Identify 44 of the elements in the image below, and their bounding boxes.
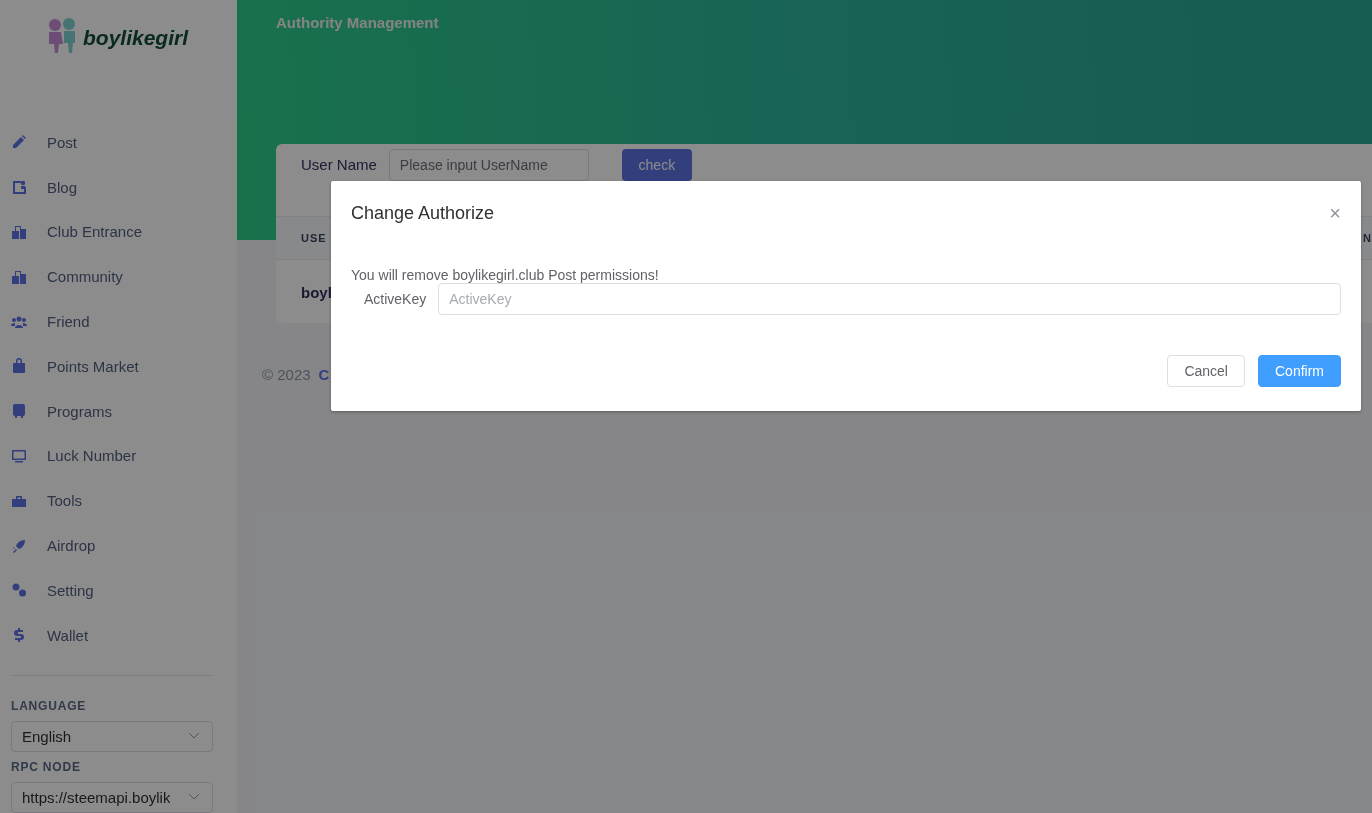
dollar-icon [11, 627, 27, 644]
bus-icon [11, 403, 27, 420]
footer-link[interactable]: C [318, 366, 330, 383]
bag-icon [11, 358, 27, 375]
chevron-down-icon [188, 732, 200, 741]
nav-item[interactable]: Setting [11, 567, 213, 613]
building-icon [11, 268, 27, 285]
language-heading: LANGUAGE [11, 698, 88, 713]
column-header: USE [301, 232, 327, 244]
nav-item[interactable]: Wallet [11, 612, 213, 658]
close-button[interactable]: × [1329, 203, 1341, 223]
nav-item[interactable]: Luck Number [11, 433, 213, 479]
nav-item[interactable]: Post [11, 120, 213, 165]
rpc-node-heading: RPC NODE [11, 759, 82, 774]
logo-text[interactable]: boylikegirl [83, 26, 189, 50]
language-select[interactable]: English [11, 720, 213, 752]
username-field[interactable]: Please input UserName [388, 149, 589, 181]
monitor-icon [11, 447, 27, 464]
nav-item[interactable]: Friend [11, 299, 213, 344]
nav-item[interactable]: Tools [11, 478, 213, 524]
table-cell: boyl [301, 283, 332, 301]
nav-item[interactable]: Blog [11, 164, 213, 210]
building-icon [11, 224, 27, 240]
nav-item[interactable]: Programs [11, 388, 213, 434]
pencil-icon [11, 134, 27, 151]
dialog-title: Change Authorize [351, 202, 495, 224]
dialog-message: You will remove boylikegirl.club Post permissions! [351, 267, 660, 283]
chevron-down-icon [188, 793, 200, 802]
nav-item[interactable]: Community [11, 254, 213, 300]
active-key-field[interactable]: ActiveKey [438, 283, 1341, 315]
rocket-icon [11, 537, 27, 554]
book-icon [11, 179, 27, 196]
field-label: ActiveKey [364, 291, 427, 307]
nav-item[interactable]: Airdrop [11, 523, 213, 568]
rpc-node-select[interactable]: https://steemapi.boylik [11, 781, 213, 813]
page-title: Authority Management [276, 14, 440, 31]
nav-item[interactable]: Club Entrance [11, 209, 213, 255]
form-label: User Name [301, 155, 377, 175]
column-header: N [1363, 232, 1372, 244]
nav-item[interactable]: Points Market [11, 344, 213, 389]
copyright-text: © 2023 [262, 366, 311, 383]
confirm-button[interactable]: Confirm [1258, 355, 1341, 387]
cancel-button[interactable]: Cancel [1167, 355, 1245, 387]
check-button[interactable]: check [621, 149, 692, 181]
